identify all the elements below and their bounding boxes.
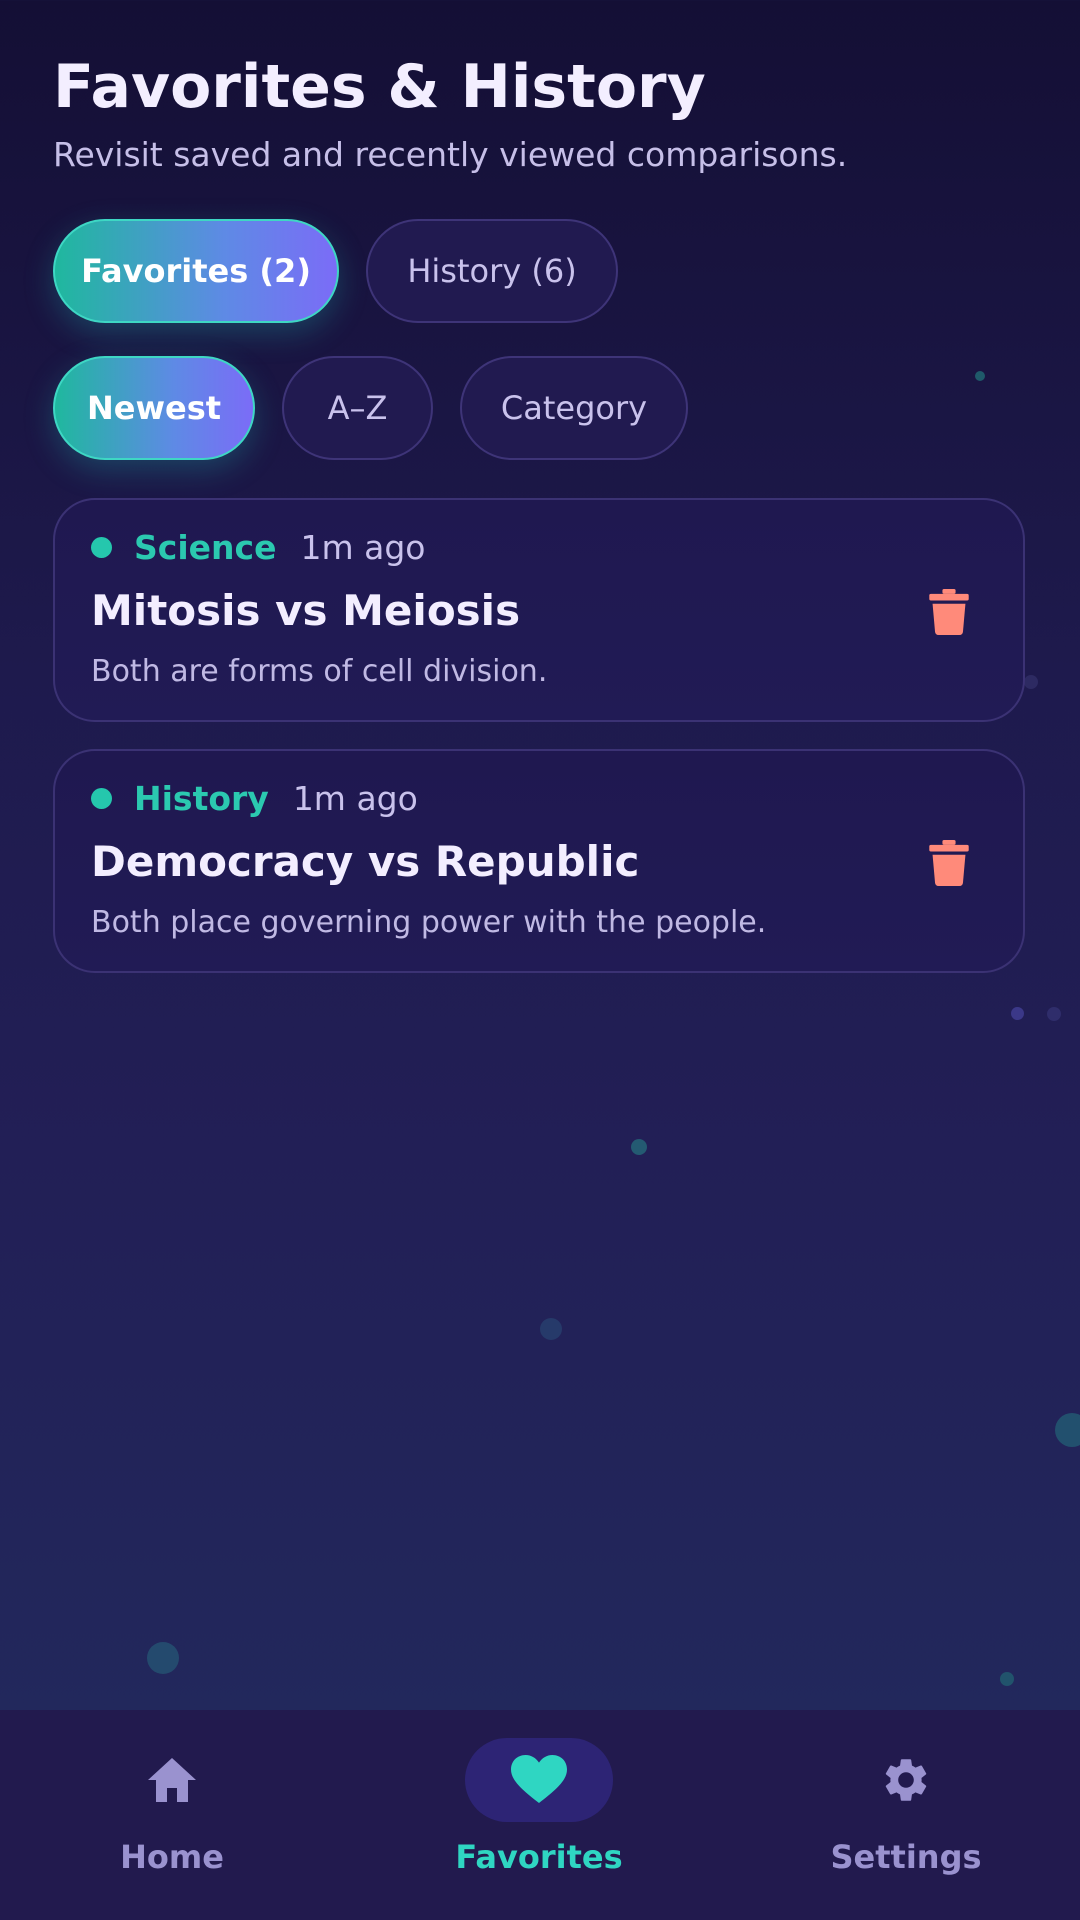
background-dot bbox=[1055, 1413, 1080, 1447]
nav-icon-container bbox=[98, 1738, 246, 1822]
nav-home[interactable]: Home bbox=[42, 1710, 302, 1920]
page-title: Favorites & History bbox=[53, 52, 706, 122]
item-title: Democracy vs Republic bbox=[91, 837, 640, 886]
tab-bar: Favorites (2) History (6) bbox=[53, 219, 618, 323]
trash-icon[interactable] bbox=[929, 589, 969, 635]
background-dot bbox=[1011, 1007, 1024, 1020]
sort-options: Newest A–Z Category bbox=[53, 356, 688, 460]
item-title: Mitosis vs Meiosis bbox=[91, 586, 521, 635]
item-meta: History 1m ago bbox=[91, 779, 418, 818]
gear-icon bbox=[885, 1759, 927, 1801]
sort-category-button[interactable]: Category bbox=[460, 356, 688, 460]
background-dot bbox=[631, 1139, 647, 1155]
page-subtitle: Revisit saved and recently viewed compar… bbox=[53, 135, 848, 174]
nav-icon-container bbox=[465, 1738, 613, 1822]
list-item[interactable]: History 1m ago Democracy vs Republic Bot… bbox=[53, 749, 1025, 973]
background-dot bbox=[1024, 675, 1038, 689]
item-category: Science bbox=[134, 528, 277, 567]
nav-label: Favorites bbox=[455, 1838, 623, 1876]
item-category: History bbox=[134, 779, 269, 818]
sort-newest-button[interactable]: Newest bbox=[53, 356, 255, 460]
nav-label: Settings bbox=[830, 1838, 982, 1876]
background-dot bbox=[975, 371, 985, 381]
bottom-nav: Home Favorites Settings bbox=[0, 1710, 1080, 1920]
item-time: 1m ago bbox=[300, 528, 426, 567]
item-description: Both are forms of cell division. bbox=[91, 654, 548, 689]
background-dot bbox=[540, 1318, 562, 1340]
nav-favorites[interactable]: Favorites bbox=[409, 1710, 669, 1920]
item-time: 1m ago bbox=[292, 779, 418, 818]
nav-label: Home bbox=[120, 1838, 224, 1876]
item-meta: Science 1m ago bbox=[91, 528, 425, 567]
background-dot bbox=[1047, 1007, 1061, 1021]
sort-az-button[interactable]: A–Z bbox=[282, 356, 433, 460]
item-description: Both place governing power with the peop… bbox=[91, 905, 767, 940]
background-dot bbox=[1000, 1672, 1014, 1686]
nav-icon-container bbox=[832, 1738, 980, 1822]
trash-icon[interactable] bbox=[929, 840, 969, 886]
heart-icon bbox=[511, 1755, 567, 1803]
home-icon bbox=[148, 1758, 196, 1802]
category-dot bbox=[91, 537, 112, 558]
category-dot bbox=[91, 788, 112, 809]
tab-history[interactable]: History (6) bbox=[366, 219, 618, 323]
nav-settings[interactable]: Settings bbox=[776, 1710, 1036, 1920]
background-dot bbox=[147, 1642, 179, 1674]
list-item[interactable]: Science 1m ago Mitosis vs Meiosis Both a… bbox=[53, 498, 1025, 722]
tab-favorites[interactable]: Favorites (2) bbox=[53, 219, 339, 323]
